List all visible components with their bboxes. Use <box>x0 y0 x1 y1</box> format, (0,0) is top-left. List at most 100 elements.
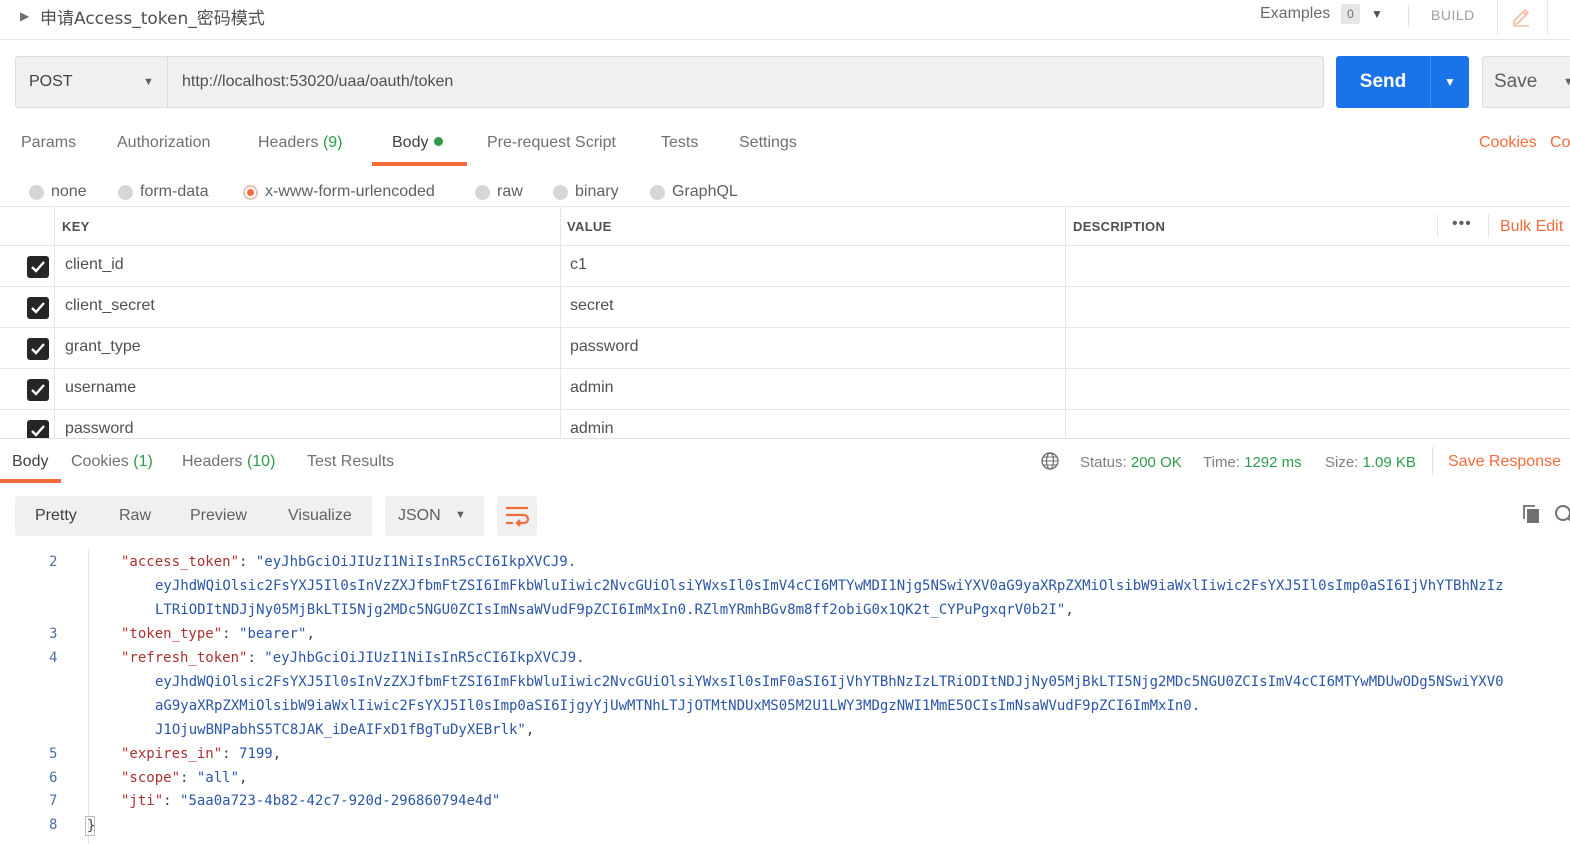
size-value[interactable]: 1.09 KB <box>1363 454 1416 471</box>
radio-label: form-data <box>140 183 209 200</box>
json-string: "eyJhbGciOiJIUzI1NiIsInR5cCI6IkpXVCJ9. <box>264 650 585 666</box>
param-key[interactable]: client_secret <box>65 297 155 315</box>
bulk-edit-link[interactable]: Bulk Edit <box>1500 218 1563 236</box>
tab-tests[interactable]: Tests <box>661 134 698 152</box>
response-tab-test-results[interactable]: Test Results <box>307 453 394 471</box>
method-value: POST <box>29 73 73 90</box>
json-line: J1OjuwBNPabhS5TC8JAK_iDeAIFxD1fBgTuDyXEB… <box>155 722 535 738</box>
format-raw-button[interactable]: Raw <box>119 507 151 525</box>
tab-authorization[interactable]: Authorization <box>117 134 210 152</box>
code-link[interactable]: Co <box>1550 134 1570 152</box>
chevron-down-icon: ▼ <box>143 76 154 88</box>
row-checkbox[interactable] <box>27 379 49 401</box>
param-key[interactable]: username <box>65 379 136 397</box>
radio-dot[interactable] <box>650 185 665 200</box>
radio-form-data[interactable]: form-data <box>118 183 209 201</box>
tab-body[interactable]: Body <box>392 134 444 152</box>
pencil-icon[interactable] <box>1508 2 1534 28</box>
tab-headers[interactable]: Headers (9) <box>258 134 343 152</box>
active-tab-indicator <box>0 479 61 483</box>
radio-raw[interactable]: raw <box>475 183 523 201</box>
save-button[interactable]: Save ▼ <box>1482 56 1570 108</box>
radio-dot-selected[interactable] <box>243 185 258 200</box>
row-checkbox[interactable] <box>27 297 49 319</box>
tab-settings[interactable]: Settings <box>739 134 797 152</box>
request-title[interactable]: 申请Access_token_密码模式 <box>40 4 265 29</box>
response-tab-body[interactable]: Body <box>12 453 48 471</box>
build-mode-button[interactable]: BUILD <box>1431 7 1475 23</box>
radio-none[interactable]: none <box>29 183 87 201</box>
json-string: LTRiODItNDJjNy05MjBkLTI5Njg2MDc5NGU0ZCIs… <box>155 602 1066 618</box>
param-key[interactable]: password <box>65 420 133 438</box>
search-icon[interactable] <box>1553 503 1570 525</box>
language-select[interactable]: JSON ▼ <box>385 496 484 536</box>
radio-dot[interactable] <box>29 185 44 200</box>
table-row: client_secret secret <box>0 287 1570 328</box>
radio-graphql[interactable]: GraphQL <box>650 183 738 201</box>
format-pretty-button[interactable]: Pretty <box>35 507 77 525</box>
closing-brace: } <box>85 816 96 836</box>
chevron-down-icon[interactable]: ▼ <box>1563 57 1570 107</box>
language-value: JSON <box>398 507 441 524</box>
cookies-count: (1) <box>133 453 153 470</box>
time-value[interactable]: 1292 ms <box>1244 454 1302 471</box>
tab-pre-request-script[interactable]: Pre-request Script <box>487 134 616 152</box>
param-value[interactable]: c1 <box>570 256 587 274</box>
param-key[interactable]: grant_type <box>65 338 141 356</box>
format-preview-button[interactable]: Preview <box>190 507 247 525</box>
json-string: "all" <box>196 770 240 786</box>
method-select[interactable]: POST ▼ <box>15 56 167 108</box>
time-label: Time: <box>1203 454 1240 471</box>
check-icon <box>31 343 45 355</box>
globe-icon[interactable] <box>1040 451 1060 471</box>
copy-icon[interactable] <box>1520 503 1542 525</box>
json-line: "expires_in": 7199, <box>121 746 282 762</box>
response-format-group: Pretty Raw Preview Visualize <box>15 496 372 536</box>
format-visualize-button[interactable]: Visualize <box>288 507 352 525</box>
save-button-label: Save <box>1494 71 1538 92</box>
more-options-icon[interactable]: ••• <box>1452 215 1472 233</box>
send-button[interactable]: Send <box>1336 56 1430 108</box>
radio-dot[interactable] <box>118 185 133 200</box>
examples-button[interactable]: Examples <box>1260 5 1330 23</box>
status-value[interactable]: 200 OK <box>1131 454 1182 471</box>
response-json-viewer[interactable]: 2 "access_token": "eyJhbGciOiJIUzI1NiIsI… <box>0 548 1570 844</box>
param-value[interactable]: admin <box>570 420 614 438</box>
radio-dot[interactable] <box>553 185 568 200</box>
param-value[interactable]: password <box>570 338 638 356</box>
row-checkbox[interactable] <box>27 256 49 278</box>
json-string: J1OjuwBNPabhS5TC8JAK_iDeAIFxD1fBgTuDyXEB… <box>155 722 526 738</box>
param-key[interactable]: client_id <box>65 256 124 274</box>
response-tab-cookies[interactable]: Cookies (1) <box>71 453 153 471</box>
size-label: Size: <box>1325 454 1359 471</box>
row-checkbox[interactable] <box>27 338 49 360</box>
column-header-description: DESCRIPTION <box>1073 219 1166 234</box>
chevron-down-icon: ▼ <box>1444 75 1456 89</box>
cookies-link[interactable]: Cookies <box>1479 134 1537 152</box>
request-title-bar: ▶ 申请Access_token_密码模式 Examples 0 ▼ BUILD <box>0 0 1570 40</box>
status-label: Status: <box>1080 454 1127 471</box>
line-number: 8 <box>49 817 58 833</box>
tab-headers-label: Headers <box>258 134 319 151</box>
response-tab-headers-label: Headers <box>182 453 243 470</box>
check-icon <box>31 261 45 273</box>
json-key: "refresh_token" <box>121 650 248 666</box>
json-key: "token_type" <box>121 626 223 642</box>
tab-params[interactable]: Params <box>21 134 76 152</box>
divider <box>1408 5 1409 27</box>
wrap-lines-button[interactable] <box>497 496 537 536</box>
url-input[interactable]: http://localhost:53020/uaa/oauth/token <box>167 56 1324 108</box>
collapse-caret-icon[interactable]: ▶ <box>20 9 29 23</box>
row-checkbox[interactable] <box>27 420 49 438</box>
radio-dot[interactable] <box>475 185 490 200</box>
response-tab-headers[interactable]: Headers (10) <box>182 453 275 471</box>
send-options-dropdown[interactable]: ▼ <box>1430 56 1469 108</box>
radio-x-www-form-urlencoded[interactable]: x-www-form-urlencoded <box>243 183 435 201</box>
param-value[interactable]: admin <box>570 379 614 397</box>
save-response-button[interactable]: Save Response <box>1448 453 1561 471</box>
param-value[interactable]: secret <box>570 297 614 315</box>
radio-label: GraphQL <box>672 183 738 200</box>
json-string: "5aa0a723-4b82-42c7-920d-296860794e4d" <box>180 793 501 809</box>
radio-binary[interactable]: binary <box>553 183 619 201</box>
examples-dropdown-icon[interactable]: ▼ <box>1371 7 1383 21</box>
